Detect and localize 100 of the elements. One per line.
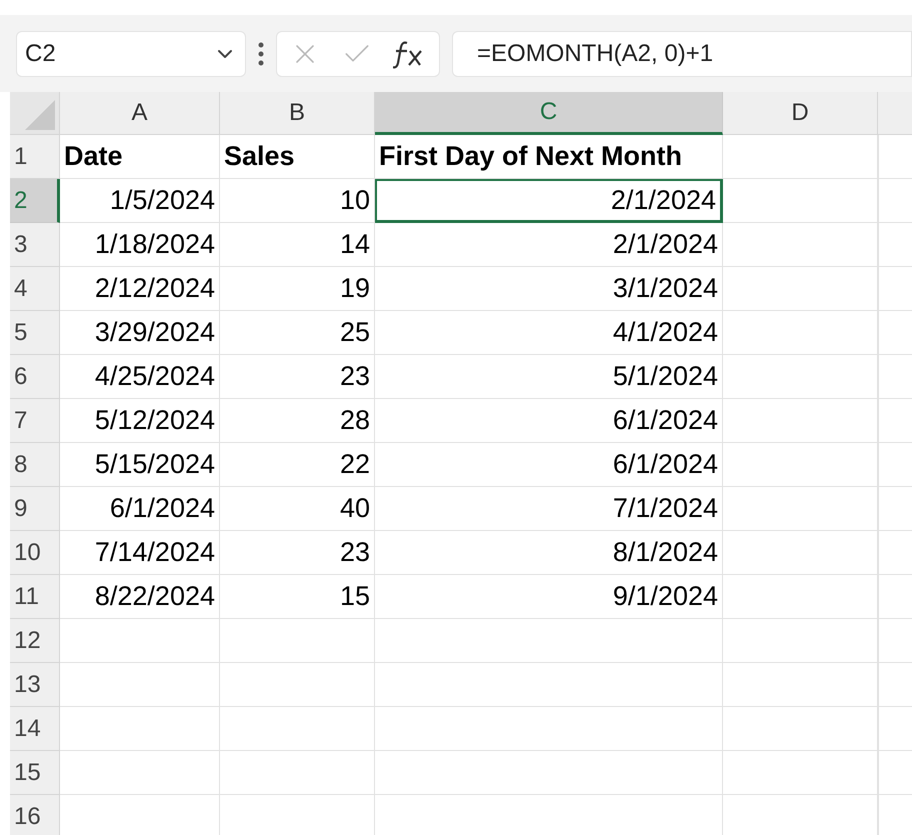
table-cell[interactable]: 2/1/2024 xyxy=(375,223,723,267)
table-cell[interactable] xyxy=(878,179,912,223)
table-cell[interactable] xyxy=(723,575,878,619)
table-cell[interactable]: Date xyxy=(60,135,220,179)
table-cell[interactable] xyxy=(220,751,375,795)
row-header[interactable]: 7 xyxy=(10,399,60,443)
row-header[interactable]: 3 xyxy=(10,223,60,267)
table-cell[interactable]: 19 xyxy=(220,267,375,311)
table-cell[interactable] xyxy=(723,531,878,575)
table-cell[interactable] xyxy=(878,531,912,575)
table-cell[interactable] xyxy=(60,707,220,751)
select-all-corner[interactable] xyxy=(10,92,60,135)
row-header[interactable]: 8 xyxy=(10,443,60,487)
table-cell[interactable] xyxy=(878,135,912,179)
table-cell[interactable]: 8/22/2024 xyxy=(60,575,220,619)
table-cell[interactable] xyxy=(375,707,723,751)
row-header[interactable]: 5 xyxy=(10,311,60,355)
table-cell[interactable] xyxy=(723,223,878,267)
column-header[interactable]: A xyxy=(60,92,220,135)
table-cell[interactable]: 5/12/2024 xyxy=(60,399,220,443)
row-header[interactable]: 6 xyxy=(10,355,60,399)
table-cell[interactable] xyxy=(723,443,878,487)
table-cell[interactable] xyxy=(723,663,878,707)
table-cell[interactable] xyxy=(878,575,912,619)
formula-bar[interactable]: =EOMONTH(A2, 0)+1 xyxy=(452,30,912,76)
table-cell[interactable]: 23 xyxy=(220,531,375,575)
name-box[interactable]: C2 xyxy=(16,30,246,76)
row-header[interactable]: 2 xyxy=(10,179,60,223)
table-cell[interactable] xyxy=(878,663,912,707)
table-cell[interactable]: 1/18/2024 xyxy=(60,223,220,267)
row-header[interactable]: 16 xyxy=(10,795,60,835)
table-cell[interactable]: 6/1/2024 xyxy=(375,399,723,443)
table-cell[interactable]: Sales xyxy=(220,135,375,179)
column-header[interactable] xyxy=(878,92,912,135)
table-cell[interactable]: 7/1/2024 xyxy=(375,487,723,531)
table-cell[interactable] xyxy=(878,399,912,443)
table-cell[interactable]: 25 xyxy=(220,311,375,355)
table-cell[interactable] xyxy=(723,355,878,399)
table-cell[interactable] xyxy=(60,751,220,795)
table-cell[interactable] xyxy=(878,267,912,311)
table-cell[interactable]: 5/15/2024 xyxy=(60,443,220,487)
table-cell[interactable] xyxy=(375,663,723,707)
table-cell[interactable]: 28 xyxy=(220,399,375,443)
row-header[interactable]: 4 xyxy=(10,267,60,311)
table-cell[interactable] xyxy=(723,619,878,663)
table-cell[interactable] xyxy=(878,619,912,663)
row-header[interactable]: 1 xyxy=(10,135,60,179)
table-cell[interactable]: 5/1/2024 xyxy=(375,355,723,399)
table-cell[interactable] xyxy=(723,487,878,531)
table-cell[interactable] xyxy=(878,751,912,795)
row-header[interactable]: 13 xyxy=(10,663,60,707)
table-cell[interactable]: 2/1/2024 xyxy=(375,179,723,223)
table-cell[interactable] xyxy=(878,311,912,355)
table-cell[interactable]: First Day of Next Month xyxy=(375,135,723,179)
column-header[interactable]: D xyxy=(723,92,878,135)
table-cell[interactable] xyxy=(375,751,723,795)
table-cell[interactable] xyxy=(220,663,375,707)
table-cell[interactable]: 15 xyxy=(220,575,375,619)
table-cell[interactable] xyxy=(60,619,220,663)
table-cell[interactable]: 6/1/2024 xyxy=(60,487,220,531)
table-cell[interactable] xyxy=(878,223,912,267)
table-cell[interactable] xyxy=(375,619,723,663)
table-cell[interactable]: 10 xyxy=(220,179,375,223)
table-cell[interactable]: 4/25/2024 xyxy=(60,355,220,399)
table-cell[interactable]: 4/1/2024 xyxy=(375,311,723,355)
table-cell[interactable] xyxy=(723,179,878,223)
table-cell[interactable]: 6/1/2024 xyxy=(375,443,723,487)
table-cell[interactable] xyxy=(220,707,375,751)
table-cell[interactable]: 7/14/2024 xyxy=(60,531,220,575)
table-cell[interactable]: 8/1/2024 xyxy=(375,531,723,575)
column-header[interactable]: C xyxy=(375,92,723,135)
table-cell[interactable]: 2/12/2024 xyxy=(60,267,220,311)
table-cell[interactable] xyxy=(723,267,878,311)
row-header[interactable]: 14 xyxy=(10,707,60,751)
row-header[interactable]: 15 xyxy=(10,751,60,795)
row-header[interactable]: 12 xyxy=(10,619,60,663)
table-cell[interactable] xyxy=(723,751,878,795)
table-cell[interactable] xyxy=(878,355,912,399)
table-cell[interactable]: 3/29/2024 xyxy=(60,311,220,355)
table-cell[interactable]: 22 xyxy=(220,443,375,487)
table-cell[interactable] xyxy=(60,663,220,707)
row-header[interactable]: 10 xyxy=(10,531,60,575)
table-cell[interactable]: 9/1/2024 xyxy=(375,575,723,619)
table-cell[interactable]: 1/5/2024 xyxy=(60,179,220,223)
more-options-icon[interactable] xyxy=(258,42,264,66)
table-cell[interactable] xyxy=(878,707,912,751)
row-header[interactable]: 11 xyxy=(10,575,60,619)
table-cell[interactable] xyxy=(723,135,878,179)
table-cell[interactable]: 14 xyxy=(220,223,375,267)
table-cell[interactable]: 23 xyxy=(220,355,375,399)
table-cell[interactable]: 40 xyxy=(220,487,375,531)
table-cell[interactable]: 3/1/2024 xyxy=(375,267,723,311)
table-cell[interactable] xyxy=(723,399,878,443)
row-header[interactable]: 9 xyxy=(10,487,60,531)
table-cell[interactable] xyxy=(878,443,912,487)
table-cell[interactable] xyxy=(723,707,878,751)
table-cell[interactable] xyxy=(723,311,878,355)
column-header[interactable]: B xyxy=(220,92,375,135)
table-cell[interactable] xyxy=(878,487,912,531)
table-cell[interactable] xyxy=(220,619,375,663)
